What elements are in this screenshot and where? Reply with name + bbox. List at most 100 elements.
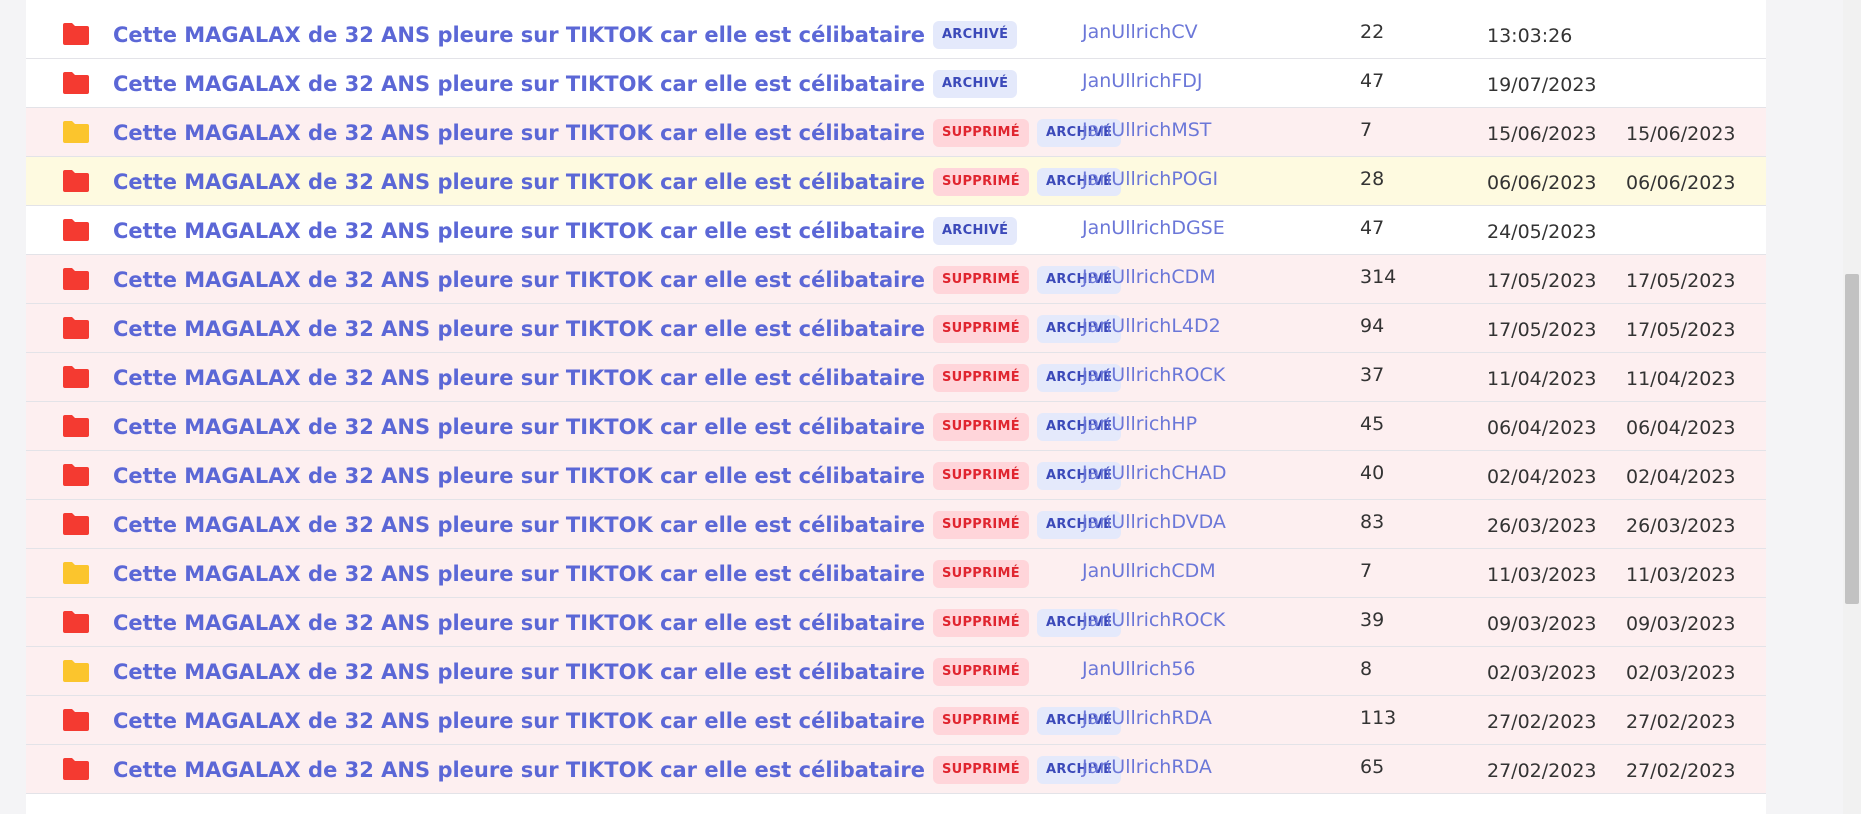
topic-date: 17/05/2023 xyxy=(1487,319,1597,341)
topic-reply-count: 39 xyxy=(1360,609,1385,631)
scrollbar-thumb[interactable] xyxy=(1845,274,1859,604)
topic-row[interactable]: Cette MAGALAX de 32 ANS pleure sur TIKTO… xyxy=(26,59,1766,108)
topic-subject: Cette MAGALAX de 32 ANS pleure sur TIKTO… xyxy=(113,402,1122,451)
topic-date: 06/04/2023 xyxy=(1487,417,1597,439)
deleted-badge: SUPPRIMÉ xyxy=(932,755,1029,784)
topic-reply-count: 40 xyxy=(1360,462,1385,484)
topic-reply-count: 28 xyxy=(1360,168,1385,190)
topic-subject: Cette MAGALAX de 32 ANS pleure sur TIKTO… xyxy=(113,157,1122,206)
topic-title-link[interactable]: Cette MAGALAX de 32 ANS pleure sur TIKTO… xyxy=(113,709,925,733)
topic-title-link[interactable]: Cette MAGALAX de 32 ANS pleure sur TIKTO… xyxy=(113,611,925,635)
topic-row[interactable]: Cette MAGALAX de 32 ANS pleure sur TIKTO… xyxy=(26,696,1766,745)
page: Cette MAGALAX de 32 ANS pleure sur TIKTO… xyxy=(0,0,1861,814)
topic-last-date: 26/03/2023 xyxy=(1626,515,1736,537)
topic-row[interactable]: Cette MAGALAX de 32 ANS pleure sur TIKTO… xyxy=(26,353,1766,402)
topic-last-date: 02/03/2023 xyxy=(1626,662,1736,684)
topic-author-link[interactable]: JanUllrich56 xyxy=(1082,658,1196,680)
folder-icon xyxy=(62,463,90,487)
topic-title-link[interactable]: Cette MAGALAX de 32 ANS pleure sur TIKTO… xyxy=(113,513,925,537)
topic-title-link[interactable]: Cette MAGALAX de 32 ANS pleure sur TIKTO… xyxy=(113,464,925,488)
topic-row[interactable]: Cette MAGALAX de 32 ANS pleure sur TIKTO… xyxy=(26,10,1766,59)
topic-title-link[interactable]: Cette MAGALAX de 32 ANS pleure sur TIKTO… xyxy=(113,121,925,145)
topic-author-link[interactable]: JanUllrichHP xyxy=(1082,413,1197,435)
topic-row[interactable]: Cette MAGALAX de 32 ANS pleure sur TIKTO… xyxy=(26,255,1766,304)
topic-subject: Cette MAGALAX de 32 ANS pleure sur TIKTO… xyxy=(113,745,1122,794)
topic-last-date: 17/05/2023 xyxy=(1626,270,1736,292)
topic-row[interactable]: Cette MAGALAX de 32 ANS pleure sur TIKTO… xyxy=(26,598,1766,647)
topic-author-link[interactable]: JanUllrichL4D2 xyxy=(1082,315,1221,337)
deleted-badge: SUPPRIMÉ xyxy=(932,314,1029,343)
topic-author-link[interactable]: JanUllrichROCK xyxy=(1082,364,1225,386)
topic-row[interactable]: Cette MAGALAX de 32 ANS pleure sur TIKTO… xyxy=(26,745,1766,794)
topic-row[interactable]: Cette MAGALAX de 32 ANS pleure sur TIKTO… xyxy=(26,304,1766,353)
topic-date: 26/03/2023 xyxy=(1487,515,1597,537)
topic-title-link[interactable]: Cette MAGALAX de 32 ANS pleure sur TIKTO… xyxy=(113,562,925,586)
folder-icon xyxy=(62,610,90,634)
topic-subject: Cette MAGALAX de 32 ANS pleure sur TIKTO… xyxy=(113,500,1122,549)
topic-row[interactable]: Cette MAGALAX de 32 ANS pleure sur TIKTO… xyxy=(26,647,1766,696)
topic-author-link[interactable]: JanUllrichRDA xyxy=(1082,756,1212,778)
topic-date: 06/06/2023 xyxy=(1487,172,1597,194)
topic-date: 11/04/2023 xyxy=(1487,368,1597,390)
topic-title-link[interactable]: Cette MAGALAX de 32 ANS pleure sur TIKTO… xyxy=(113,366,925,390)
topic-author-link[interactable]: JanUllrichMST xyxy=(1082,119,1211,141)
topic-author-link[interactable]: JanUllrichROCK xyxy=(1082,609,1225,631)
topic-title-link[interactable]: Cette MAGALAX de 32 ANS pleure sur TIKTO… xyxy=(113,415,925,439)
topic-title-link[interactable]: Cette MAGALAX de 32 ANS pleure sur TIKTO… xyxy=(113,758,925,782)
topic-title-link[interactable]: Cette MAGALAX de 32 ANS pleure sur TIKTO… xyxy=(113,660,925,684)
topic-last-date: 17/05/2023 xyxy=(1626,319,1736,341)
topic-reply-count: 65 xyxy=(1360,756,1385,778)
topic-subject: Cette MAGALAX de 32 ANS pleure sur TIKTO… xyxy=(113,108,1122,157)
topic-title-link[interactable]: Cette MAGALAX de 32 ANS pleure sur TIKTO… xyxy=(113,170,925,194)
topic-title-link[interactable]: Cette MAGALAX de 32 ANS pleure sur TIKTO… xyxy=(113,219,925,243)
topic-reply-count: 7 xyxy=(1360,560,1373,582)
topic-row[interactable]: Cette MAGALAX de 32 ANS pleure sur TIKTO… xyxy=(26,402,1766,451)
topic-author-link[interactable]: JanUllrichCDM xyxy=(1082,560,1216,582)
topic-author-link[interactable]: JanUllrichFDJ xyxy=(1082,70,1203,92)
topic-row[interactable]: Cette MAGALAX de 32 ANS pleure sur TIKTO… xyxy=(26,157,1766,206)
topic-title-link[interactable]: Cette MAGALAX de 32 ANS pleure sur TIKTO… xyxy=(113,72,925,96)
topic-reply-count: 47 xyxy=(1360,217,1385,239)
topic-date: 02/03/2023 xyxy=(1487,662,1597,684)
topic-title-link[interactable]: Cette MAGALAX de 32 ANS pleure sur TIKTO… xyxy=(113,317,925,341)
folder-icon xyxy=(62,22,90,46)
topic-author-link[interactable]: JanUllrichCHAD xyxy=(1082,462,1227,484)
topic-reply-count: 45 xyxy=(1360,413,1385,435)
topic-author-link[interactable]: JanUllrichPOGI xyxy=(1082,168,1218,190)
folder-icon xyxy=(62,414,90,438)
topic-subject: Cette MAGALAX de 32 ANS pleure sur TIKTO… xyxy=(113,696,1122,745)
archived-badge: ARCHIVÉ xyxy=(932,216,1018,245)
topic-reply-count: 113 xyxy=(1360,707,1397,729)
topic-last-date: 02/04/2023 xyxy=(1626,466,1736,488)
folder-icon xyxy=(62,120,90,144)
topic-row[interactable]: Cette MAGALAX de 32 ANS pleure sur TIKTO… xyxy=(26,500,1766,549)
topic-title-link[interactable]: Cette MAGALAX de 32 ANS pleure sur TIKTO… xyxy=(113,23,925,47)
topic-last-date: 06/04/2023 xyxy=(1626,417,1736,439)
topic-last-date: 15/06/2023 xyxy=(1626,123,1736,145)
topic-reply-count: 47 xyxy=(1360,70,1385,92)
topic-author-link[interactable]: JanUllrichDVDA xyxy=(1082,511,1226,533)
folder-icon xyxy=(62,316,90,340)
topic-author-link[interactable]: JanUllrichDGSE xyxy=(1082,217,1225,239)
topic-subject: Cette MAGALAX de 32 ANS pleure sur TIKTO… xyxy=(113,353,1122,402)
topic-reply-count: 314 xyxy=(1360,266,1397,288)
topic-subject: Cette MAGALAX de 32 ANS pleure sur TIKTO… xyxy=(113,206,1018,255)
topic-date: 27/02/2023 xyxy=(1487,760,1597,782)
deleted-badge: SUPPRIMÉ xyxy=(932,412,1029,441)
topic-subject: Cette MAGALAX de 32 ANS pleure sur TIKTO… xyxy=(113,451,1122,500)
topic-author-link[interactable]: JanUllrichCDM xyxy=(1082,266,1216,288)
topic-row[interactable]: Cette MAGALAX de 32 ANS pleure sur TIKTO… xyxy=(26,451,1766,500)
topic-date: 13:03:26 xyxy=(1487,25,1573,47)
topic-date: 19/07/2023 xyxy=(1487,74,1597,96)
deleted-badge: SUPPRIMÉ xyxy=(932,265,1029,294)
topic-title-link[interactable]: Cette MAGALAX de 32 ANS pleure sur TIKTO… xyxy=(113,268,925,292)
topic-subject: Cette MAGALAX de 32 ANS pleure sur TIKTO… xyxy=(113,255,1122,304)
topic-subject: Cette MAGALAX de 32 ANS pleure sur TIKTO… xyxy=(113,304,1122,353)
topic-author-link[interactable]: JanUllrichRDA xyxy=(1082,707,1212,729)
folder-icon xyxy=(62,365,90,389)
topic-row[interactable]: Cette MAGALAX de 32 ANS pleure sur TIKTO… xyxy=(26,108,1766,157)
topic-author-link[interactable]: JanUllrichCV xyxy=(1082,21,1198,43)
topic-row[interactable]: Cette MAGALAX de 32 ANS pleure sur TIKTO… xyxy=(26,549,1766,598)
topic-row[interactable]: Cette MAGALAX de 32 ANS pleure sur TIKTO… xyxy=(26,206,1766,255)
topic-subject: Cette MAGALAX de 32 ANS pleure sur TIKTO… xyxy=(113,647,1029,696)
